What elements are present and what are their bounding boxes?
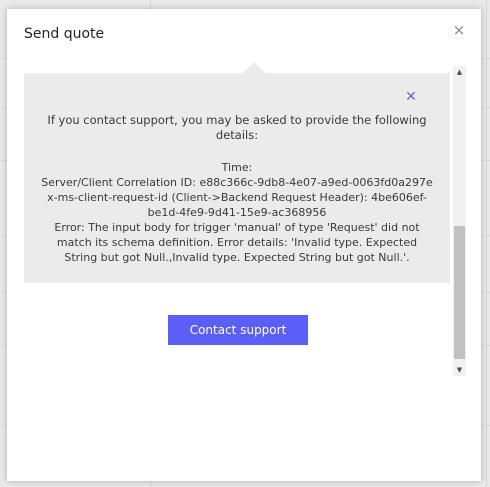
scroll-up-icon[interactable]: ▲	[453, 66, 466, 78]
correlation-id: Server/Client Correlation ID: e88c366c-9…	[41, 176, 433, 189]
vertical-scrollbar[interactable]: ▲ ▼	[453, 66, 466, 376]
close-icon[interactable]: ×	[451, 22, 467, 38]
background-divider	[486, 0, 487, 487]
contact-support-button[interactable]: Contact support	[168, 315, 308, 345]
scroll-down-icon[interactable]: ▼	[453, 364, 466, 376]
dialog-title: Send quote	[24, 26, 105, 42]
support-intro-text: If you contact support, you may be asked…	[47, 113, 427, 142]
error-message: Error: The input body for trigger 'manua…	[54, 221, 420, 264]
error-details: Time: Server/Client Correlation ID: e88c…	[40, 160, 434, 265]
send-quote-dialog: Send quote × ✕ If you contact support, y…	[7, 9, 481, 481]
scrollbar-thumb[interactable]	[454, 226, 465, 359]
panel-close-icon[interactable]: ✕	[404, 90, 418, 104]
client-request-id: x-ms-client-request-id (Client->Backend …	[47, 191, 427, 219]
error-details-panel: ✕ If you contact support, you may be ask…	[24, 62, 450, 283]
time-label: Time:	[221, 161, 253, 174]
panel-pointer	[243, 62, 265, 73]
